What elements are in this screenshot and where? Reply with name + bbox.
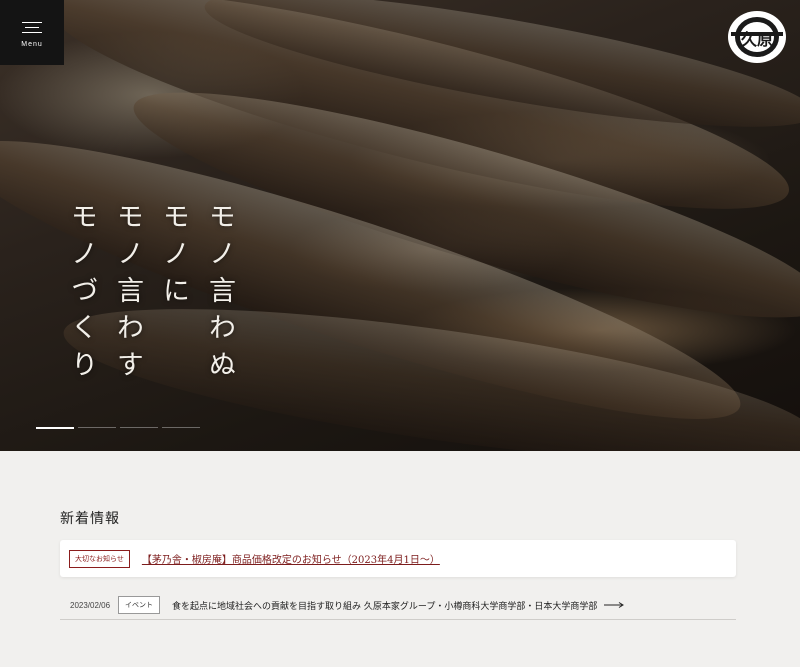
logo-text: 久原 [741,30,773,49]
slide-dot-2[interactable] [78,427,116,428]
important-badge: 大切なお知らせ [69,549,130,568]
slide-dot-4[interactable] [162,427,200,428]
news-title-link[interactable]: 食を起点に地域社会への貢献を目指す取り組み 久原本家グループ・小樽商科大学商学部… [172,599,600,612]
news-date: 2023/02/06 [70,600,111,610]
tagline-line-1: モノ言わぬ [204,202,235,387]
menu-button[interactable]: Menu [0,0,64,65]
news-heading: 新着情報 [60,511,120,527]
slide-indicator [36,427,200,429]
featured-news-link[interactable]: 【茅乃舎・椒房庵】商品価格改定のお知らせ（2023年4月1日〜） [142,551,440,566]
news-list-item[interactable]: 2023/02/06 イベント 食を起点に地域社会への貢献を目指す取り組み 久原… [60,591,736,620]
menu-label: Menu [21,40,43,48]
hamburger-icon [22,18,42,37]
arrow-right-icon [604,602,624,608]
brand-logo[interactable]: 久原 [727,10,787,64]
hero-section: Menu 久原 モノ言わぬ モノに モノ言わす モノづくり [0,0,800,451]
hero-tagline: モノ言わぬ モノに モノ言わす モノづくり [58,202,242,387]
tagline-line-2: モノに [158,202,189,313]
category-badge: イベント [118,596,160,614]
tagline-line-4: モノづくり [66,202,97,387]
featured-news-item[interactable]: 大切なお知らせ 【茅乃舎・椒房庵】商品価格改定のお知らせ（2023年4月1日〜） [60,540,736,577]
tagline-line-3: モノ言わす [112,202,143,387]
slide-dot-3[interactable] [120,427,158,428]
slide-dot-1[interactable] [36,427,74,429]
